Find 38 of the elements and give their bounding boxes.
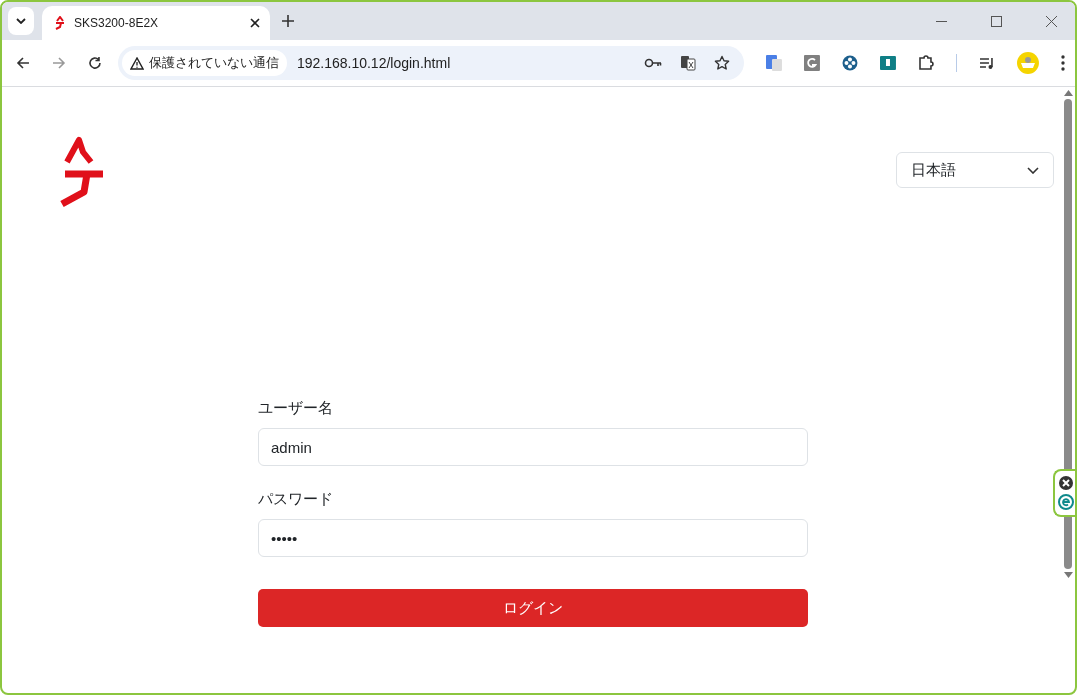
extension-icon[interactable] xyxy=(880,55,897,71)
scroll-down-icon[interactable] xyxy=(1063,572,1073,578)
avatar-icon[interactable] xyxy=(1017,52,1039,74)
address-bar[interactable]: 保護されていない通信 192.168.10.12/login.html xyxy=(117,46,745,80)
chevron-down-icon xyxy=(16,18,26,24)
media-queue-icon[interactable] xyxy=(979,56,996,70)
language-select[interactable]: 日本語 xyxy=(896,152,1054,188)
star-icon[interactable] xyxy=(714,55,731,71)
tab-search-button[interactable] xyxy=(8,7,34,35)
reload-icon[interactable] xyxy=(87,56,102,70)
forward-icon[interactable] xyxy=(51,56,66,70)
field-label: パスワード xyxy=(258,490,334,509)
close-icon[interactable] xyxy=(1059,476,1073,490)
chevron-down-icon xyxy=(1027,166,1039,174)
key-icon[interactable] xyxy=(644,58,663,68)
extension-icon[interactable] xyxy=(842,55,859,71)
new-tab-icon[interactable] xyxy=(282,15,294,27)
input-field[interactable]: ••••• xyxy=(258,519,808,557)
back-icon[interactable] xyxy=(16,56,30,70)
extension-icon[interactable] xyxy=(804,55,821,71)
input-field[interactable]: admin xyxy=(258,428,808,466)
e-logo-icon[interactable] xyxy=(1058,494,1074,510)
logo-icon xyxy=(54,16,66,30)
tab-title: SKS3200-8E2X xyxy=(74,16,160,30)
security-chip[interactable]: 保護されていない通信 xyxy=(121,50,287,76)
close-icon[interactable] xyxy=(250,18,260,28)
login-button[interactable]: ログイン xyxy=(258,589,808,627)
security-text: 保護されていない通信 xyxy=(148,54,279,72)
translate-icon[interactable] xyxy=(680,55,697,71)
translate-extension-icon[interactable] xyxy=(766,55,783,71)
scroll-up-icon[interactable] xyxy=(1063,90,1073,96)
puzzle-icon[interactable] xyxy=(918,55,935,71)
warning-icon xyxy=(129,56,144,70)
more-menu-icon[interactable] xyxy=(1061,55,1065,71)
maximize-icon[interactable] xyxy=(991,15,1002,27)
browser-tab[interactable]: SKS3200-8E2X xyxy=(42,6,270,40)
url-text: 192.168.10.12/login.html xyxy=(296,55,451,71)
field-label: ユーザー名 xyxy=(258,399,334,418)
